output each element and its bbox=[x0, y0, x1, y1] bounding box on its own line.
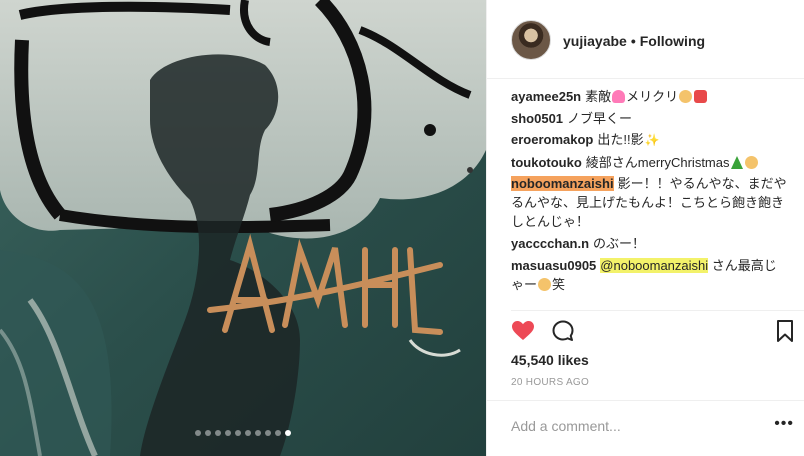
add-comment-bar: ••• bbox=[487, 400, 804, 456]
comment-text: メリクリ bbox=[626, 89, 679, 104]
header-line: yujiayabe • Following bbox=[563, 33, 705, 49]
likes-count[interactable]: 45,540 likes bbox=[511, 351, 589, 369]
comment: sho0501 ノブ早くー bbox=[511, 109, 787, 128]
graffiti-wall-image bbox=[0, 0, 486, 456]
carousel-dot[interactable] bbox=[215, 430, 221, 436]
divider bbox=[511, 310, 804, 311]
carousel-dot[interactable] bbox=[205, 430, 211, 436]
gift-emoji-icon bbox=[694, 90, 708, 103]
following-button[interactable]: Following bbox=[640, 33, 705, 49]
comment-text: 綾部さんmerryChristmas bbox=[585, 154, 730, 170]
username-link[interactable]: yujiayabe bbox=[563, 33, 627, 49]
santa-face-emoji-icon bbox=[538, 277, 552, 291]
post-photo[interactable] bbox=[0, 0, 486, 456]
santa-face-emoji-icon bbox=[679, 90, 693, 103]
comments-list: ayamee25n 素敵 メリクリ sho0501 ノブ早くー eroeromakop… bbox=[511, 87, 787, 296]
sparkles-emoji-icon: ✨ bbox=[644, 133, 660, 148]
comment-text: ノブ早くー bbox=[567, 110, 633, 126]
comment: masuasu0905 @noboomanzaishi さん最高じゃー笑 bbox=[511, 256, 787, 294]
comment-username[interactable]: sho0501 bbox=[511, 111, 563, 126]
action-bar bbox=[511, 319, 797, 345]
comment-username[interactable]: eroeromakop bbox=[511, 132, 593, 147]
carousel-dot[interactable] bbox=[285, 430, 291, 436]
comment-text: 出た!!影 bbox=[597, 132, 644, 148]
comment: yacccchan.n のぶー！ bbox=[511, 234, 787, 253]
separator-dot: • bbox=[630, 33, 636, 49]
comment-text: 笑 bbox=[552, 276, 566, 292]
comment-bubble-icon[interactable] bbox=[551, 319, 575, 348]
comment-username[interactable]: noboomanzaishi bbox=[511, 176, 614, 192]
post-side-panel: yujiayabe • Following ayamee25n 素敵 メリクリ sho0… bbox=[486, 0, 804, 456]
carousel-dot[interactable] bbox=[255, 430, 261, 436]
carousel-dot[interactable] bbox=[275, 430, 281, 436]
carousel-dot[interactable] bbox=[265, 430, 271, 436]
carousel-dot[interactable] bbox=[225, 430, 231, 436]
comment-username[interactable]: ayamee25n bbox=[511, 89, 581, 104]
santa-face-emoji-icon bbox=[744, 155, 758, 169]
heart-filled-icon[interactable] bbox=[511, 319, 535, 348]
comment-username[interactable]: toukotouko bbox=[511, 155, 582, 170]
bookmark-icon[interactable] bbox=[775, 319, 795, 348]
more-options-icon[interactable]: ••• bbox=[774, 415, 794, 433]
christmas-tree-emoji-icon bbox=[730, 155, 743, 169]
heart-emoji-icon bbox=[612, 90, 626, 103]
post-header: yujiayabe • Following bbox=[487, 0, 804, 79]
mention-link[interactable]: @noboomanzaishi bbox=[600, 257, 709, 273]
carousel-dot[interactable] bbox=[235, 430, 241, 436]
comment-username[interactable]: yacccchan.n bbox=[511, 236, 589, 251]
carousel-dot[interactable] bbox=[195, 430, 201, 436]
avatar[interactable] bbox=[511, 20, 551, 60]
carousel-dot[interactable] bbox=[245, 430, 251, 436]
post-timestamp[interactable]: 20 HOURS AGO bbox=[511, 377, 589, 389]
comment-text: のぶー！ bbox=[593, 235, 646, 251]
comment: ayamee25n 素敵 メリクリ bbox=[511, 87, 787, 106]
comment: toukotouko 綾部さんmerryChristmas bbox=[511, 153, 787, 172]
carousel-indicator bbox=[0, 430, 486, 436]
comment: eroeromakop 出た!!影✨ bbox=[511, 130, 787, 150]
comment-text: 素敵 bbox=[585, 89, 612, 104]
add-comment-input[interactable] bbox=[511, 415, 751, 437]
comment: noboomanzaishi 影ー！！やるんやな、まだやるんやな、見上げたもんよ！… bbox=[511, 174, 787, 231]
comment-username[interactable]: masuasu0905 bbox=[511, 258, 596, 273]
